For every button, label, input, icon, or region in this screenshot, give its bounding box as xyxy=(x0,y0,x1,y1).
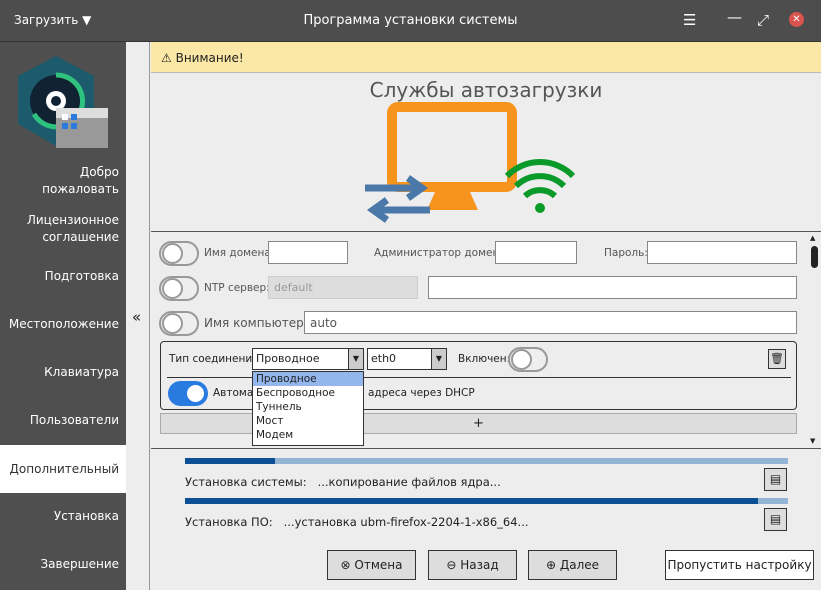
dhcp-label-tail: адреса через DHCP xyxy=(368,387,475,399)
connection-type-dropdown: Проводное Беспроводное Туннель Мост Моде… xyxy=(252,371,364,446)
dropdown-option[interactable]: Модем xyxy=(253,428,363,442)
domain-admin-label: Администратор домена: xyxy=(374,247,510,259)
arrow-right-icon: ⊕ xyxy=(545,558,557,572)
system-progress-fill xyxy=(185,458,276,464)
domain-name-input[interactable] xyxy=(268,241,348,264)
cancel-label: Отмена xyxy=(354,558,403,572)
sidebar: Добро пожаловать Лицензионное соглашение… xyxy=(0,42,126,590)
hostname-input[interactable]: auto xyxy=(304,311,797,334)
ntp-label: NTP сервер: xyxy=(204,282,270,294)
skip-setup-button[interactable]: Пропустить настройку xyxy=(665,550,814,580)
sidebar-item-finish[interactable]: Завершение xyxy=(40,556,119,573)
system-progress-text: Установка системы: ...копирование файлов… xyxy=(185,475,501,489)
software-progress-text: Установка ПО: ...установка ubm-firefox-2… xyxy=(185,515,529,529)
trash-icon[interactable]: 🗑 xyxy=(768,349,786,369)
scrollbar-thumb[interactable] xyxy=(811,246,818,268)
domain-name-label: Имя домена: xyxy=(204,247,275,259)
warning-icon: ⚠ xyxy=(161,51,172,65)
minimize-icon[interactable]: — xyxy=(727,8,742,26)
software-progress-label: Установка ПО: xyxy=(185,515,273,529)
hamburger-menu-icon[interactable]: ☰ xyxy=(683,11,696,29)
dropdown-option[interactable]: Проводное xyxy=(253,372,363,386)
sidebar-item-welcome[interactable]: Добро пожаловать xyxy=(9,164,119,198)
chevron-down-icon: ▼ xyxy=(348,349,363,369)
scroll-up-icon[interactable]: ▲ xyxy=(810,234,815,242)
log-icon: ▤ xyxy=(769,512,782,526)
dropdown-option[interactable]: Беспроводное xyxy=(253,386,363,400)
password-input[interactable] xyxy=(647,241,797,264)
connection-type-select[interactable]: Проводное ▼ xyxy=(252,348,364,370)
back-button[interactable]: ⊖ Назад xyxy=(428,550,517,580)
app-logo-icon xyxy=(18,56,108,148)
connection-type-label: Тип соединения: xyxy=(169,353,263,365)
system-progress-bar xyxy=(185,458,788,464)
software-progress-fill xyxy=(185,498,758,504)
system-log-button[interactable]: ▤ xyxy=(764,468,787,491)
interface-value: eth0 xyxy=(371,352,397,365)
chevron-down-icon: ▼ xyxy=(431,349,446,369)
enabled-label: Включен: xyxy=(458,353,511,365)
system-progress-label: Установка системы: xyxy=(185,475,307,489)
sidebar-item-users[interactable]: Пользователи xyxy=(30,412,119,429)
warning-banner[interactable]: ⚠ Внимание! xyxy=(151,42,821,73)
title-bar: Загрузить ▼ Программа установки системы … xyxy=(0,0,821,42)
interface-select[interactable]: eth0 ▼ xyxy=(367,348,447,370)
close-icon[interactable]: ✕ xyxy=(789,12,804,27)
next-button[interactable]: ⊕ Далее xyxy=(528,550,617,580)
scroll-down-icon[interactable]: ▼ xyxy=(810,437,815,445)
domain-toggle[interactable] xyxy=(159,241,199,266)
next-label: Далее xyxy=(559,558,600,572)
ntp-select[interactable]: default xyxy=(268,276,418,299)
maximize-icon[interactable]: ⤢ xyxy=(757,11,769,29)
dropdown-option[interactable]: Туннель xyxy=(253,400,363,414)
cancel-button[interactable]: ⊗ Отмена xyxy=(327,550,416,580)
ntp-extra-input[interactable] xyxy=(428,276,797,299)
software-progress-bar xyxy=(185,498,788,504)
network-illustration-icon xyxy=(365,102,575,223)
hostname-label: Имя компьютера: xyxy=(204,316,316,330)
page-title: Службы автозагрузки xyxy=(369,78,603,102)
back-label: Назад xyxy=(460,558,499,572)
sidebar-item-keyboard[interactable]: Клавиатура xyxy=(44,364,119,381)
log-icon: ▤ xyxy=(769,472,782,486)
window-title: Программа установки системы xyxy=(303,13,518,28)
password-label: Пароль: xyxy=(604,247,648,259)
sidebar-collapse-button[interactable]: « xyxy=(126,42,150,590)
domain-admin-input[interactable] xyxy=(495,241,577,264)
enabled-toggle[interactable] xyxy=(508,347,548,372)
sidebar-item-license[interactable]: Лицензионное соглашение xyxy=(9,212,119,246)
software-progress-status: ...установка ubm-firefox-2204-1-x86_64..… xyxy=(283,515,529,529)
ntp-toggle[interactable] xyxy=(159,276,199,301)
software-log-button[interactable]: ▤ xyxy=(764,508,787,531)
arrow-left-icon: ⊖ xyxy=(446,558,457,572)
connection-type-value: Проводное xyxy=(256,352,320,365)
cancel-icon: ⊗ xyxy=(340,558,351,572)
dropdown-option[interactable]: Мост xyxy=(253,414,363,428)
settings-panel: Имя домена: Администратор домена: Пароль… xyxy=(151,231,821,449)
sidebar-item-install[interactable]: Установка xyxy=(54,508,119,525)
collapse-icon: « xyxy=(132,308,142,326)
warning-text: Внимание! xyxy=(175,51,244,65)
dhcp-toggle[interactable] xyxy=(168,381,208,406)
scrollbar[interactable]: ▲ ▼ xyxy=(807,232,821,448)
sidebar-item-preparation[interactable]: Подготовка xyxy=(45,268,119,285)
hostname-toggle[interactable] xyxy=(159,311,199,336)
sidebar-item-location[interactable]: Местоположение xyxy=(9,316,119,333)
system-progress-status: ...копирование файлов ядра... xyxy=(317,475,501,489)
sidebar-item-additional[interactable]: Дополнительный xyxy=(0,445,126,493)
